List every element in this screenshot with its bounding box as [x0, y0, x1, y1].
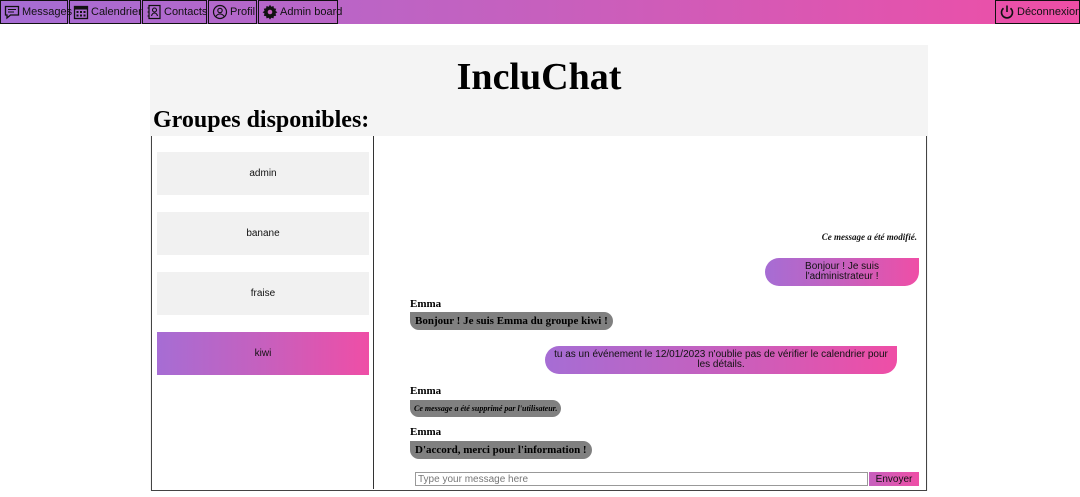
- top-navbar: Messages Calendrier Contacts Profil Admi…: [0, 0, 1080, 24]
- group-item-banane[interactable]: banane: [157, 212, 369, 255]
- deleted-message: Ce message a été supprimé par l'utilisat…: [410, 400, 562, 417]
- group-item-admin[interactable]: admin: [157, 152, 369, 195]
- calendar-icon: [73, 5, 89, 20]
- incoming-message: D'accord, merci pour l'information !: [410, 441, 592, 459]
- nav-admin-label: Admin board: [280, 6, 343, 18]
- chat-frame: admin banane fraise kiwi Ce message a ét…: [151, 136, 927, 491]
- edited-note: Ce message a été modifié.: [821, 232, 917, 242]
- gear-icon: [262, 4, 278, 20]
- groups-heading: Groupes disponibles:: [153, 107, 370, 133]
- message-input[interactable]: [415, 472, 868, 486]
- message-sender: Emma: [410, 385, 442, 397]
- nav-calendar-label: Calendrier: [91, 6, 142, 18]
- message-area: Ce message a été modifié. Bonjour ! Je s…: [375, 136, 927, 489]
- nav-contacts[interactable]: Contacts: [142, 0, 207, 24]
- message-sender: Emma: [410, 298, 442, 310]
- nav-calendar[interactable]: Calendrier: [69, 0, 142, 24]
- nav-profile-label: Profil: [230, 6, 256, 18]
- profile-icon: [212, 4, 228, 20]
- group-item-fraise[interactable]: fraise: [157, 272, 369, 315]
- nav-messages-label: Messages: [22, 6, 73, 18]
- messages-icon: [4, 5, 20, 20]
- message-sender: Emma: [410, 426, 442, 438]
- incoming-message: Bonjour ! Je suis Emma du groupe kiwi !: [410, 312, 613, 330]
- nav-contacts-label: Contacts: [164, 6, 208, 18]
- app-title: IncluChat: [456, 56, 622, 98]
- send-button[interactable]: Envoyer: [869, 472, 919, 486]
- nav-messages[interactable]: Messages: [0, 0, 72, 24]
- group-list: admin banane fraise kiwi: [152, 136, 374, 489]
- group-item-kiwi[interactable]: kiwi: [157, 332, 369, 375]
- outgoing-message: tu as un événement le 12/01/2023 n'oubli…: [545, 346, 897, 374]
- power-icon: [1000, 5, 1014, 19]
- nav-logout-label: Déconnexion: [1017, 6, 1080, 18]
- outgoing-message: Bonjour ! Je suis l'administrateur !: [765, 258, 919, 286]
- nav-logout[interactable]: Déconnexion: [995, 0, 1080, 24]
- contacts-icon: [147, 4, 161, 20]
- nav-admin-board[interactable]: Admin board: [258, 0, 342, 24]
- nav-profile[interactable]: Profil: [208, 0, 257, 24]
